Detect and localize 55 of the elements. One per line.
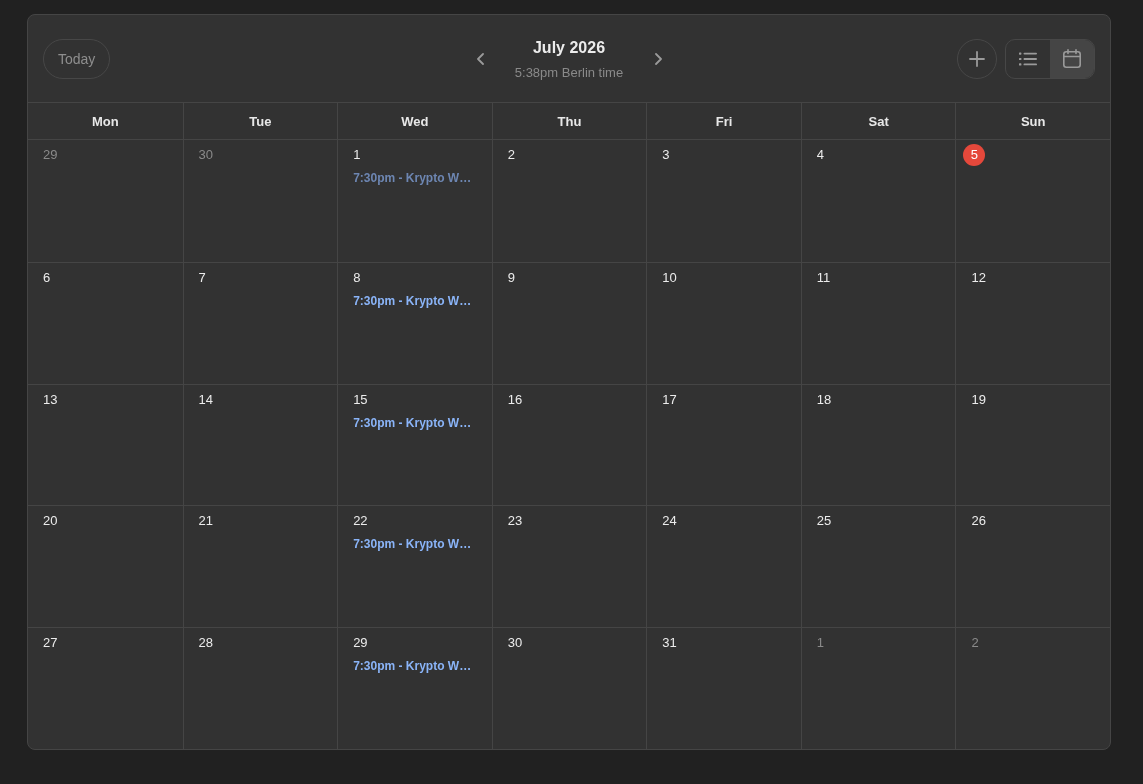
day-number: 9 — [506, 268, 516, 287]
day-number: 19 — [970, 390, 987, 409]
plus-icon — [969, 50, 985, 67]
day-number: 21 — [197, 512, 215, 531]
day-number: 29 — [42, 146, 59, 164]
day-number: 28 — [197, 634, 215, 653]
day-number: 3 — [661, 146, 671, 164]
day-number: 10 — [661, 268, 678, 287]
day-number: 18 — [815, 390, 833, 409]
day-number: 2 — [506, 146, 516, 164]
weekday-label: Sun — [1020, 113, 1046, 129]
day-number: 13 — [42, 390, 59, 409]
day-number: 29 — [352, 634, 369, 653]
event-label[interactable]: 7:30pm - Krypto W… — [345, 170, 480, 186]
day-number: 25 — [815, 512, 833, 531]
local-time-label: 5:38pm Berlin time — [514, 65, 624, 81]
day-number: 15 — [352, 390, 369, 409]
day-number: 6 — [42, 268, 52, 287]
day-number: 17 — [661, 390, 678, 409]
month-view-button[interactable] — [1050, 39, 1094, 78]
event-label[interactable]: 7:30pm - Krypto W… — [345, 658, 480, 675]
day-number: 7 — [197, 268, 207, 287]
event-label[interactable]: 7:30pm - Krypto W… — [345, 536, 480, 553]
day-number: 22 — [352, 512, 369, 531]
weekday-label: Sat — [868, 113, 889, 129]
weekday-label: Fri — [715, 113, 733, 129]
event-label[interactable]: 7:30pm - Krypto W… — [345, 292, 480, 309]
chevron-left-icon — [476, 52, 484, 65]
day-number: 16 — [506, 390, 524, 409]
event-label[interactable]: 7:30pm - Krypto W… — [345, 414, 480, 431]
day-number: 30 — [197, 146, 215, 164]
day-number: 1 — [815, 634, 826, 653]
calendar-icon — [1063, 49, 1081, 68]
day-number: 1 — [352, 146, 362, 164]
day-number: 2 — [970, 634, 980, 653]
day-number: 30 — [506, 634, 524, 653]
today-date-badge: 5 — [963, 144, 986, 166]
day-number: 31 — [661, 634, 678, 653]
weekday-label: Wed — [401, 113, 429, 129]
day-number: 27 — [42, 634, 59, 653]
day-number: 20 — [42, 512, 59, 531]
day-number: 12 — [970, 268, 987, 287]
day-number: 24 — [661, 512, 678, 531]
chevron-right-icon — [654, 52, 662, 65]
day-number: 4 — [815, 146, 826, 164]
weekday-label: Tue — [249, 113, 272, 129]
month-title: July 2026 — [532, 38, 606, 58]
weekday-label: Mon — [91, 113, 119, 129]
day-number: 23 — [506, 512, 524, 531]
day-number: 8 — [352, 268, 362, 287]
weekday-label: Thu — [557, 113, 582, 129]
day-number: 26 — [970, 512, 987, 531]
day-number: 14 — [197, 390, 215, 409]
list-icon — [1019, 51, 1037, 66]
day-number: 11 — [815, 268, 832, 287]
